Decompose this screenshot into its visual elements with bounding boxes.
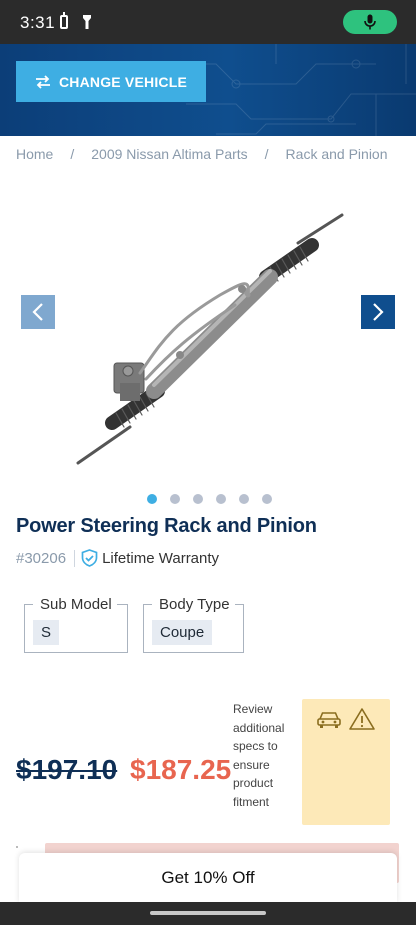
change-vehicle-label: CHANGE VEHICLE — [58, 73, 188, 90]
spec-border — [235, 604, 243, 605]
gallery-dot[interactable] — [192, 494, 203, 504]
gallery-dot[interactable] — [169, 494, 180, 504]
car-icon — [317, 712, 341, 728]
fitment-note: Review additional specs to ensure produc… — [233, 702, 285, 809]
product-gallery — [0, 180, 416, 490]
breadcrumb-current[interactable]: Rack and Pinion — [286, 146, 388, 162]
gallery-dot[interactable] — [261, 494, 272, 504]
status-bar: 3:31 — [0, 0, 416, 44]
chevron-left-icon — [32, 303, 43, 321]
flashlight-icon — [83, 15, 91, 29]
banner-pattern — [176, 44, 416, 136]
spec-border — [117, 604, 127, 605]
battery-icon — [60, 12, 68, 29]
breadcrumb-separator: / — [70, 146, 75, 162]
shield-check-icon — [81, 549, 98, 567]
microphone-indicator[interactable] — [343, 10, 397, 34]
gallery-dot[interactable] — [215, 494, 226, 504]
vehicle-banner: CHANGE VEHICLE — [0, 44, 416, 136]
breadcrumb: Home / 2009 Nissan Altima Parts / Rack a… — [16, 146, 388, 162]
spec-value-chip: S — [33, 620, 60, 645]
product-image[interactable] — [70, 195, 350, 470]
product-title: Power Steering Rack and Pinion — [16, 515, 317, 537]
spec-value-chip: Coupe — [152, 620, 213, 645]
gallery-next-button[interactable] — [361, 295, 395, 329]
home-gesture-handle[interactable] — [150, 911, 266, 915]
product-meta: #30206 Lifetime Warranty — [16, 549, 219, 567]
breadcrumb-separator: / — [264, 146, 269, 162]
warning-icon — [349, 708, 375, 730]
breadcrumb-vehicle-parts[interactable]: 2009 Nissan Altima Parts — [91, 146, 247, 162]
divider — [16, 846, 18, 848]
spec-border — [25, 604, 33, 605]
swap-arrows-icon — [35, 74, 50, 89]
status-time: 3:31 — [20, 13, 56, 32]
chevron-right-icon — [373, 303, 384, 321]
discount-banner-button[interactable]: Get 10% Off — [19, 853, 397, 903]
spec-label: Body Type — [152, 596, 237, 613]
fitment-notice — [302, 699, 390, 825]
gallery-dots — [0, 494, 416, 504]
spec-sub-model: Sub Model S — [24, 596, 128, 653]
warranty-label: Lifetime Warranty — [102, 549, 220, 567]
original-price: $197.10 — [16, 754, 118, 785]
product-sku: #30206 — [16, 549, 76, 567]
spec-body-type: Body Type Coupe — [143, 596, 244, 653]
spec-label: Sub Model — [33, 596, 119, 613]
gallery-dot[interactable] — [146, 494, 157, 504]
spec-border — [144, 604, 152, 605]
breadcrumb-home[interactable]: Home — [16, 146, 53, 162]
change-vehicle-button[interactable]: CHANGE VEHICLE — [16, 61, 206, 102]
gallery-dot[interactable] — [238, 494, 249, 504]
system-nav-bar — [0, 902, 416, 925]
microphone-icon — [364, 14, 376, 30]
gallery-prev-button[interactable] — [21, 295, 55, 329]
sale-price: $187.25 — [130, 754, 232, 785]
